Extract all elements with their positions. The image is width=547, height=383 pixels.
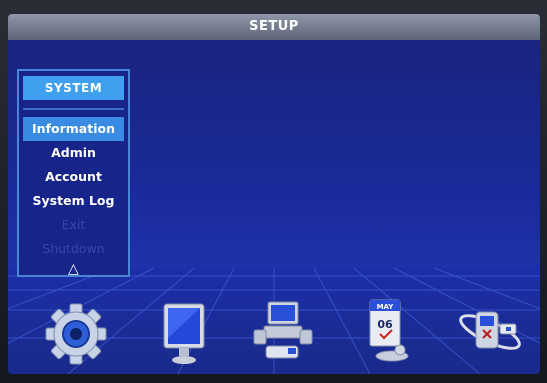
setup-main-area: SYSTEM Information Admin Account System … [8, 40, 540, 374]
menu-item-admin[interactable]: Admin [23, 141, 124, 165]
setup-window: SETUP SYSTEM Information Admin Account S… [8, 14, 540, 374]
calendar-icon[interactable]: MAY 06 [352, 290, 424, 374]
storage-icon[interactable] [454, 290, 526, 374]
menu-divider [23, 108, 124, 110]
menu-item-exit[interactable]: Exit [23, 213, 124, 237]
calendar-month: MAY [377, 303, 395, 311]
menu-item-account[interactable]: Account [23, 165, 124, 189]
menu-item-system-log[interactable]: System Log [23, 189, 124, 213]
menu-header: SYSTEM [23, 76, 124, 100]
menu-item-shutdown[interactable]: Shutdown [23, 237, 124, 261]
monitor-icon[interactable] [148, 290, 220, 374]
menu-item-information[interactable]: Information [23, 117, 124, 141]
system-menu: SYSTEM Information Admin Account System … [17, 69, 130, 277]
dvr-screen: SETUP SYSTEM Information Admin Account S… [0, 0, 547, 383]
window-title: SETUP [8, 14, 540, 40]
menu-items: Information Admin Account System Log Exi… [23, 117, 124, 261]
gear-icon[interactable] [40, 290, 112, 374]
calendar-day: 06 [377, 318, 393, 331]
scroll-up-indicator[interactable]: △ [68, 261, 79, 277]
computer-network-icon[interactable] [246, 290, 318, 374]
